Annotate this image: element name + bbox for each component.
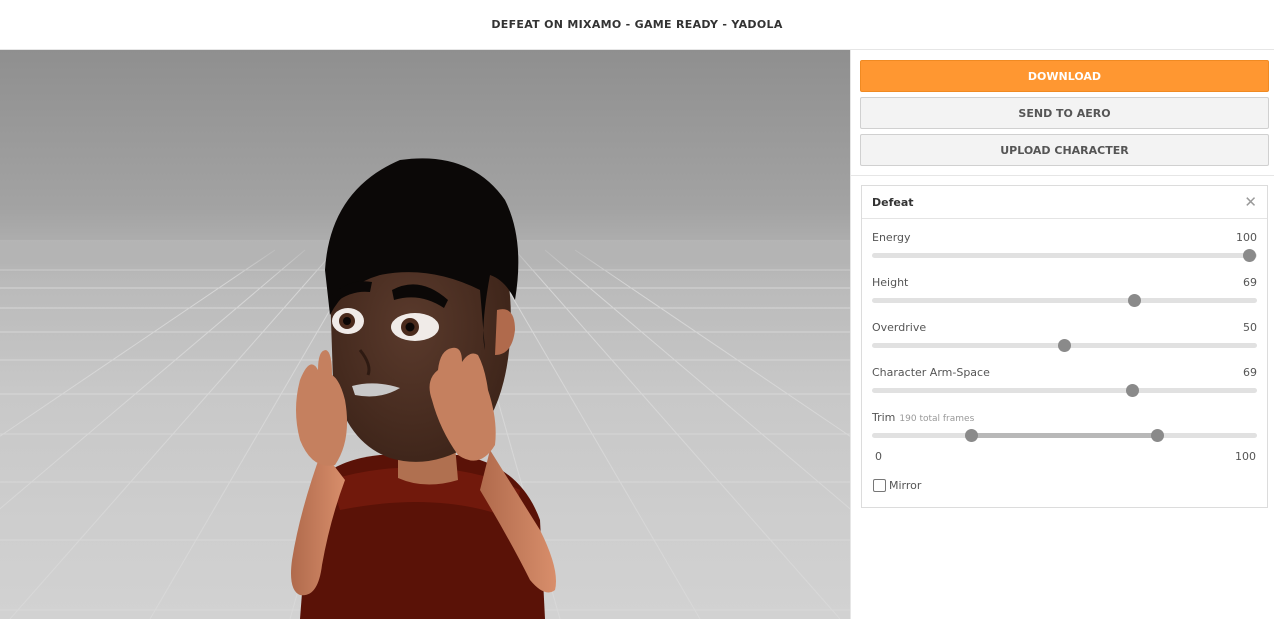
trim-end-thumb[interactable] — [1151, 429, 1164, 442]
trim-range-fill — [971, 433, 1157, 438]
mirror-label: Mirror — [889, 479, 922, 492]
animation-title: Defeat — [872, 195, 914, 209]
send-to-aero-button[interactable]: SEND TO AERO — [860, 97, 1269, 129]
trim-label-group: Trim 190 total frames — [872, 411, 974, 424]
trim-start-thumb[interactable] — [965, 429, 978, 442]
mirror-option[interactable]: Mirror — [873, 479, 921, 492]
param-arm-space: Character Arm-Space 69 — [872, 366, 1257, 406]
param-label: Height — [872, 276, 909, 289]
param-overdrive: Overdrive 50 — [872, 321, 1257, 361]
trim-max-value: 100 — [1235, 450, 1256, 463]
top-bar: DEFEAT ON MIXAMO - GAME READY - YADOLA — [0, 0, 1274, 50]
param-value: 50 — [1243, 321, 1257, 334]
param-height: Height 69 — [872, 276, 1257, 316]
trim-min-value: 0 — [875, 450, 882, 463]
slider-thumb[interactable] — [1126, 384, 1139, 397]
slider-thumb[interactable] — [1128, 294, 1141, 307]
slider-thumb[interactable] — [1058, 339, 1071, 352]
trim-frames-note: 190 total frames — [899, 414, 975, 424]
trim-label: Trim — [872, 411, 896, 424]
divider — [851, 175, 1274, 176]
close-icon[interactable]: ✕ — [1244, 194, 1257, 210]
slider-track[interactable] — [872, 298, 1257, 303]
param-value: 100 — [1236, 231, 1257, 244]
param-value: 69 — [1243, 366, 1257, 379]
param-label: Character Arm-Space — [872, 366, 990, 379]
param-energy: Energy 100 — [872, 231, 1257, 271]
param-label: Overdrive — [872, 321, 927, 334]
param-label: Energy — [872, 231, 911, 244]
page-title: DEFEAT ON MIXAMO - GAME READY - YADOLA — [491, 18, 783, 31]
download-button[interactable]: DOWNLOAD — [860, 60, 1269, 92]
slider-track[interactable] — [872, 253, 1257, 258]
mirror-checkbox[interactable] — [873, 479, 886, 492]
slider-track[interactable] — [872, 388, 1257, 393]
param-trim: Trim 190 total frames — [872, 411, 1257, 451]
animation-settings-card: Defeat ✕ Energy 100 Height 69 Overdrive … — [861, 185, 1268, 508]
side-panel: DOWNLOAD SEND TO AERO UPLOAD CHARACTER D… — [850, 50, 1274, 619]
character-preview — [0, 158, 850, 619]
card-header: Defeat ✕ — [862, 186, 1267, 219]
3d-viewport[interactable] — [0, 50, 850, 619]
slider-thumb[interactable] — [1243, 249, 1256, 262]
param-value: 69 — [1243, 276, 1257, 289]
upload-character-button[interactable]: UPLOAD CHARACTER — [860, 134, 1269, 166]
